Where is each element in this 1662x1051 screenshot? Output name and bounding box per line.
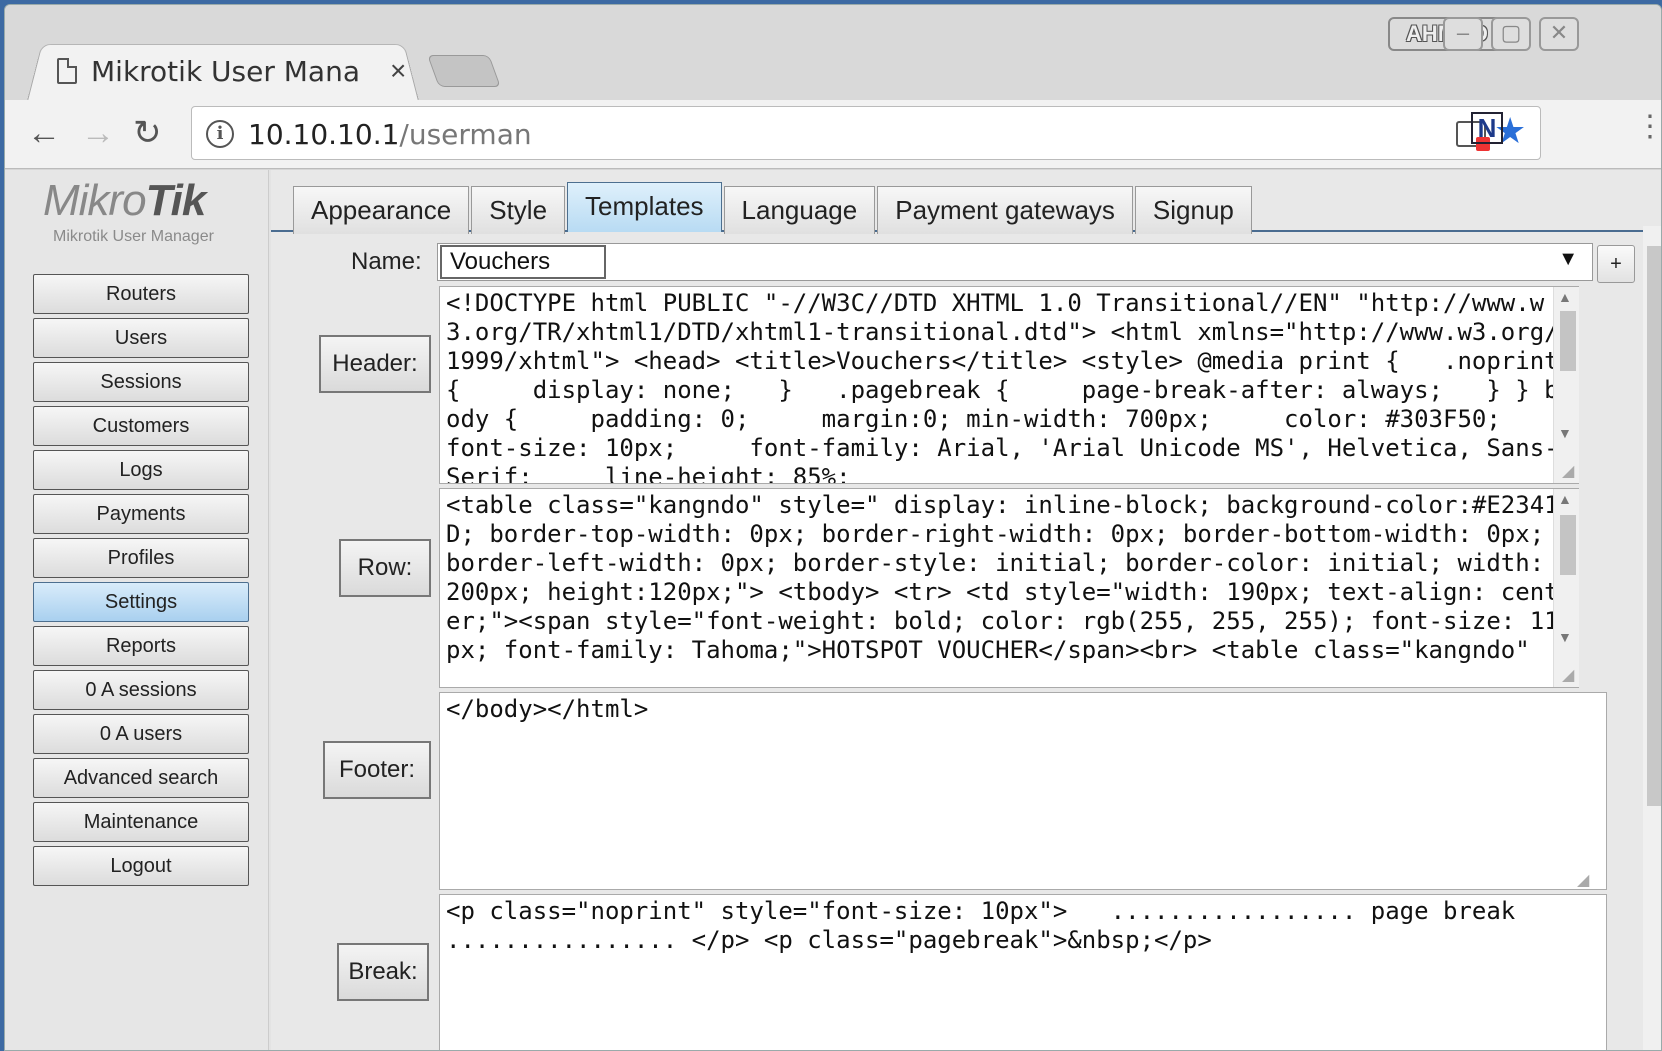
sidebar-item-customers[interactable]: Customers	[33, 406, 249, 446]
sidebar-item-reports[interactable]: Reports	[33, 626, 249, 666]
sidebar: MikroTik Mikrotik User Manager Routers U…	[5, 170, 269, 1050]
sidebar-item-profiles[interactable]: Profiles	[33, 538, 249, 578]
scroll-up-icon[interactable]: ▲	[1558, 491, 1572, 507]
header-scrollbar[interactable]: ▲ ▼ ◢	[1553, 287, 1579, 483]
resize-grip-icon[interactable]: ◢	[1562, 461, 1574, 481]
close-window-button[interactable]: ✕	[1539, 17, 1579, 51]
browser-window: Mikrotik User Mana × AHMAD – ▢ ✕ ← → ↻ i…	[4, 4, 1662, 1051]
chevron-down-icon[interactable]: ▼	[1558, 248, 1578, 271]
tab-language[interactable]: Language	[723, 186, 876, 234]
footer-textarea[interactable]: </body></html>	[439, 692, 1607, 890]
forward-icon[interactable]: →	[81, 116, 115, 150]
browser-toolbar: ← → ↻ i 10.10.10.1/userman ★ N ⋮	[5, 100, 1661, 169]
scroll-thumb[interactable]	[1560, 515, 1576, 575]
url-host: 10.10.10.1	[248, 118, 400, 151]
maximize-button[interactable]: ▢	[1491, 17, 1531, 51]
tab-strip: Mikrotik User Mana × AHMAD – ▢ ✕	[5, 5, 1661, 101]
browser-tab-content: Mikrotik User Mana ×	[57, 53, 406, 89]
new-tab-button[interactable]	[427, 55, 501, 87]
footer-label: Footer:	[323, 741, 431, 799]
header-label: Header:	[319, 335, 431, 393]
page-scrollbar[interactable]	[1643, 226, 1661, 1050]
sidebar-item-logs[interactable]: Logs	[33, 450, 249, 490]
url-path: /userman	[399, 118, 532, 151]
sidebar-item-routers[interactable]: Routers	[33, 274, 249, 314]
back-icon[interactable]: ←	[27, 116, 61, 150]
scroll-down-icon[interactable]: ▼	[1558, 425, 1572, 441]
name-label: Name:	[351, 248, 422, 275]
scroll-up-icon[interactable]: ▲	[1558, 289, 1572, 305]
sidebar-item-settings[interactable]: Settings	[33, 582, 249, 622]
mikrotik-logo: MikroTik	[43, 176, 207, 226]
sidebar-item-payments[interactable]: Payments	[33, 494, 249, 534]
address-bar[interactable]: i 10.10.10.1/userman ★	[191, 106, 1541, 160]
template-name-value: Vouchers	[440, 245, 606, 279]
info-icon[interactable]: i	[206, 120, 234, 148]
row-textarea[interactable]: <table class="kangndo" style=" display: …	[439, 488, 1579, 688]
reload-icon[interactable]: ↻	[133, 116, 162, 150]
break-label: Break:	[337, 943, 429, 1001]
row-label: Row:	[339, 539, 431, 597]
close-tab-icon[interactable]: ×	[390, 57, 406, 85]
logo-bold: Tik	[145, 176, 207, 225]
resize-grip-icon[interactable]: ◢	[1562, 665, 1574, 685]
sidebar-item-sessions[interactable]: Sessions	[33, 362, 249, 402]
url-text[interactable]: 10.10.10.1/userman	[248, 118, 532, 151]
extension-n-icon[interactable]: N	[1471, 112, 1503, 144]
row-scrollbar[interactable]: ▲ ▼ ◢	[1553, 489, 1579, 687]
tab-payment-gateways[interactable]: Payment gateways	[877, 186, 1133, 234]
tab-templates[interactable]: Templates	[567, 182, 722, 232]
logo-light: Mikro	[43, 176, 147, 225]
break-textarea[interactable]: <p class="noprint" style="font-size: 10p…	[439, 894, 1607, 1050]
settings-tabs: Appearance Style Templates Language Paym…	[293, 182, 1254, 234]
header-textarea[interactable]: <!DOCTYPE html PUBLIC "-//W3C//DTD XHTML…	[439, 286, 1579, 484]
add-template-button[interactable]: +	[1597, 245, 1635, 283]
page-content: MikroTik Mikrotik User Manager Routers U…	[5, 170, 1661, 1050]
sidebar-item-users[interactable]: Users	[33, 318, 249, 358]
tab-appearance[interactable]: Appearance	[293, 186, 470, 234]
document-icon	[57, 58, 77, 84]
menu-icon[interactable]: ⋮	[1635, 112, 1661, 142]
sidebar-item-logout[interactable]: Logout	[33, 846, 249, 886]
scroll-thumb[interactable]	[1560, 311, 1576, 371]
logo-subtitle: Mikrotik User Manager	[53, 228, 214, 245]
browser-tab-title[interactable]: Mikrotik User Mana	[91, 55, 376, 88]
tab-style[interactable]: Style	[471, 186, 566, 234]
minimize-button[interactable]: –	[1443, 17, 1483, 51]
sidebar-item-advanced-search[interactable]: Advanced search	[33, 758, 249, 798]
resize-grip-icon[interactable]: ◢	[1577, 870, 1589, 890]
sidebar-item-active-sessions[interactable]: 0 A sessions	[33, 670, 249, 710]
tab-signup[interactable]: Signup	[1134, 186, 1252, 234]
main-panel: Appearance Style Templates Language Paym…	[271, 170, 1661, 1050]
page-scroll-thumb[interactable]	[1647, 246, 1661, 806]
sidebar-item-maintenance[interactable]: Maintenance	[33, 802, 249, 842]
template-name-select[interactable]: Vouchers ▼	[437, 243, 1593, 281]
scroll-down-icon[interactable]: ▼	[1558, 629, 1572, 645]
sidebar-item-active-users[interactable]: 0 A users	[33, 714, 249, 754]
